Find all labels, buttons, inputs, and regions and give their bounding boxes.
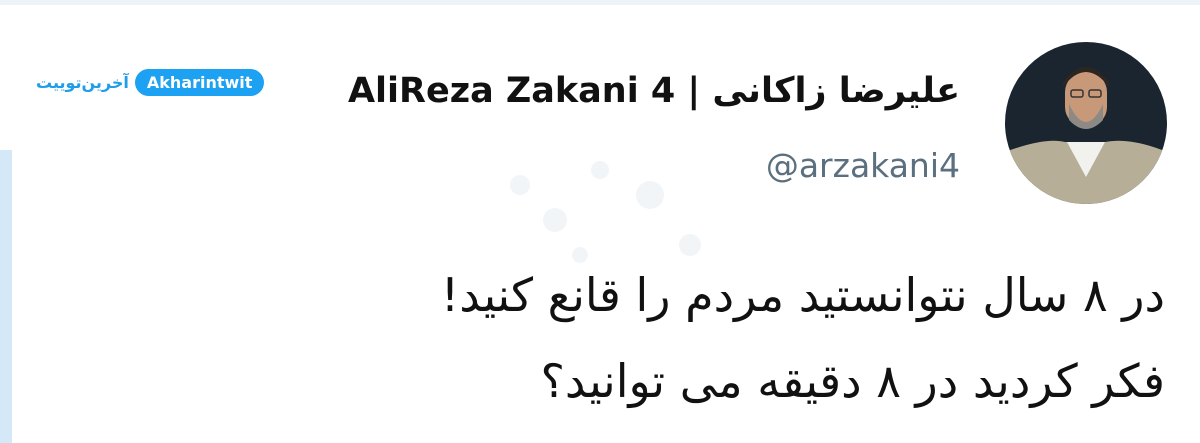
author-handle[interactable]: @arzakani4 [766,143,960,189]
author-display-name[interactable]: AliReza Zakani 4 | علیرضا زاکانی [348,66,960,116]
tweet-text-line-1: در ۸ سال نتوانستید مردم را قانع کنید! [440,268,1165,322]
tweet-text-line-2: فکر کردید در ۸ دقیقه می توانید؟ [540,354,1165,408]
source-badge: آخرین‌توییت Akharintwit [36,66,265,98]
person-avatar-icon [1005,42,1167,204]
badge-persian-label: آخرین‌توییت [36,72,129,92]
left-accent-bar [0,150,12,443]
watermark-dots-icon [510,161,701,263]
profile-avatar[interactable] [1005,42,1167,204]
top-divider [0,0,1200,5]
badge-english-label: Akharintwit [134,68,265,96]
